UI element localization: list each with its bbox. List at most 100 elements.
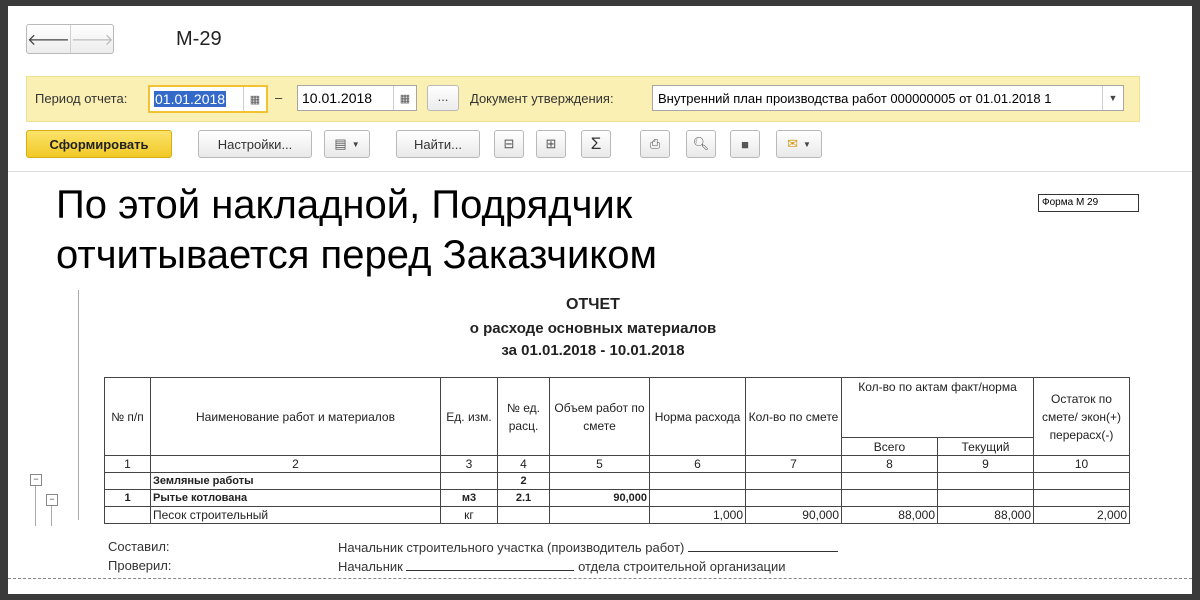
form-code-label: Форма М 29 [1038,194,1139,212]
cell-norm-num: 2 [497,472,550,490]
column-number: 3 [440,455,498,473]
date-from-value: 01.01.2018 [154,91,227,107]
checked-role-2: отдела строительной организации [578,559,786,574]
cell-current: 88,000 [937,506,1034,524]
column-number: 1 [104,455,151,473]
cell-rate [649,472,746,490]
report-title: ОТЧЕТ [566,296,620,313]
floppy-disk-icon: ■ [741,136,749,152]
cell-name: Земляные работы [150,472,441,490]
chevron-down-icon: ▼ [802,139,811,149]
column-number: 6 [649,455,746,473]
column-number: 9 [937,455,1034,473]
checked-signature-line: Начальник отдела строительной организаци… [338,558,786,574]
column-number: 5 [549,455,650,473]
column-number: 2 [150,455,441,473]
cell-remainder [1033,489,1130,507]
group-collapse-icon[interactable]: − [46,494,58,506]
cell-num [104,506,151,524]
cell-volume: 90,000 [549,489,650,507]
table-row: 1 Рытье котлована м3 2.1 90,000 [104,489,1130,507]
generate-button[interactable]: Сформировать [26,130,172,158]
calendar-icon[interactable]: ▦ [393,86,416,110]
column-number: 8 [841,455,938,473]
overlay-line-2: отчитывается перед Заказчиком [56,233,657,277]
cell-qty-estimate [745,472,842,490]
cell-qty-estimate [745,489,842,507]
cell-volume [549,506,650,524]
group-collapse-icon[interactable]: − [30,474,42,486]
header-acts: Кол-во по актам факт/норма [841,377,1034,438]
header-remainder: Остаток по смете/ экон(+) перерасх(-) [1033,377,1130,456]
header-qty-estimate: Кол-во по смете [745,377,842,456]
date-from-field[interactable]: 01.01.2018 ▦ [148,85,268,113]
signature-underline [688,539,838,552]
report-window: 🡐 🡒 М-29 Период отчета: 01.01.2018 ▦ – 1… [8,6,1192,594]
table-row: Земляные работы 2 [104,472,1130,490]
calendar-icon[interactable]: ▦ [243,87,266,111]
cell-current [937,472,1034,490]
cell-qty-estimate: 90,000 [745,506,842,524]
save-button[interactable]: ■ [730,130,760,158]
expand-groups-button[interactable]: ⊞ [536,130,566,158]
settings-button[interactable]: Настройки... [198,130,312,158]
printer-icon: ⎙ [649,136,661,151]
cell-rate [649,489,746,507]
cell-unit: м3 [440,489,498,507]
collapse-groups-button[interactable]: ⊟ [494,130,524,158]
cell-rate: 1,000 [649,506,746,524]
titlebar: 🡐 🡒 М-29 [8,6,1192,66]
column-number: 10 [1033,455,1130,473]
collapse-groups-icon: ⊟ [503,136,515,151]
cell-name: Песок строительный [150,506,441,524]
header-current: Текущий [937,437,1034,456]
date-to-value: 10.01.2018 [302,90,373,106]
group-line [78,290,79,520]
cell-norm-num: 2.1 [497,489,550,507]
signature-underline [406,558,575,571]
cell-unit [440,472,498,490]
materials-table: № п/п Наименование работ и материалов Ед… [104,377,1130,524]
table-row: Песок строительный кг 1,000 90,000 88,00… [104,506,1130,524]
approval-document-select[interactable]: Внутренний план производства работ 00000… [652,85,1124,111]
chevron-down-icon[interactable]: ▼ [1102,86,1123,110]
report-period: за 01.01.2018 - 10.01.2018 [501,342,685,359]
sum-button[interactable]: Σ [581,130,611,158]
composed-label: Составил: [108,539,170,554]
toolbar: Сформировать Настройки... ▤ ▼ Найти... ⊟ … [26,130,1176,160]
window-title: М-29 [176,28,222,50]
cell-volume [549,472,650,490]
cell-current [937,489,1034,507]
overlay-line-1: По этой накладной, Подрядчик [56,183,633,227]
cell-norm-num [497,506,550,524]
overlay-caption: По этой накладной, Подрядчик отчитываетс… [56,180,657,280]
header-rate: Норма расхода [649,377,746,456]
cell-unit: кг [440,506,498,524]
cell-total [841,489,938,507]
doc-label: Документ утверждения: [470,91,614,106]
expand-groups-icon: ⊞ [545,136,557,151]
back-arrow-icon[interactable]: 🡐 [27,25,70,53]
envelope-icon: ✉ [787,136,798,151]
header-name: Наименование работ и материалов [150,377,441,456]
cell-remainder [1033,472,1130,490]
report-area: По этой накладной, Подрядчик отчитываетс… [8,171,1192,594]
find-button[interactable]: Найти... [396,130,480,158]
period-select-button[interactable]: ... [427,85,459,111]
cell-total [841,472,938,490]
column-numbers-row: 1 2 3 4 5 6 7 8 9 10 [104,455,1130,473]
preview-button[interactable]: 🔍︎ [686,130,716,158]
send-button[interactable]: ✉ ▼ [776,130,822,158]
date-to-field[interactable]: 10.01.2018 ▦ [297,85,417,111]
cell-remainder: 2,000 [1033,506,1130,524]
forward-arrow-icon[interactable]: 🡒 [69,25,114,53]
header-total: Всего [841,437,938,456]
header-norm-num: № ед. расц. [497,377,550,456]
chevron-down-icon: ▼ [351,139,360,149]
cell-num [104,472,151,490]
checked-role-1: Начальник [338,559,403,574]
variants-button[interactable]: ▤ ▼ [324,130,370,158]
print-button[interactable]: ⎙ [640,130,670,158]
date-range-dash: – [275,90,283,105]
variants-icon: ▤ [334,136,347,151]
